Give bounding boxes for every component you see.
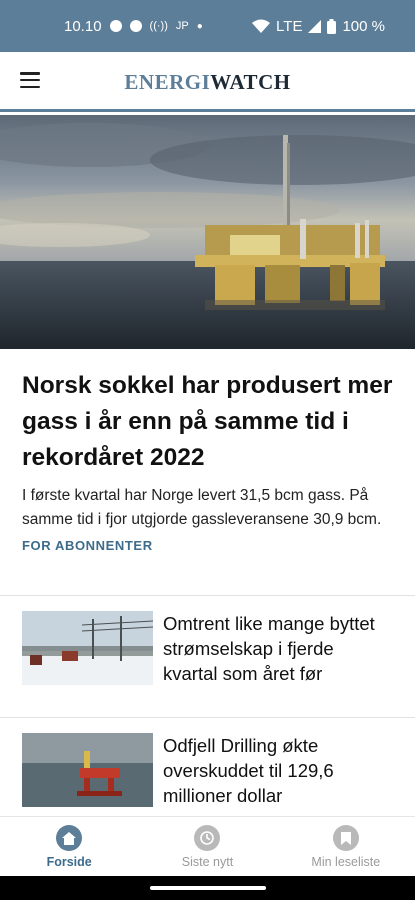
cell-signal-icon: [308, 19, 322, 33]
lead-article-image[interactable]: [0, 115, 415, 349]
battery-percent: 100 %: [342, 17, 385, 35]
subscriber-tag: FOR ABONNENTER: [22, 538, 153, 553]
nav-label: Forside: [46, 855, 92, 869]
home-icon: [56, 825, 83, 851]
nav-label: Min leseliste: [311, 855, 381, 869]
network-type: LTE: [276, 17, 303, 35]
story-title[interactable]: Odfjell Drilling økte overskuddet til 12…: [163, 733, 393, 808]
signal-notification-icon: ((·)): [149, 20, 168, 32]
bookmark-icon: [332, 825, 359, 851]
list-item[interactable]: Odfjell Drilling økte overskuddet til 12…: [22, 733, 394, 823]
nav-item-siste-nytt[interactable]: Siste nytt: [138, 817, 276, 876]
nav-item-min-leseliste[interactable]: Min leseliste: [277, 817, 415, 876]
logo-part-energi: ENERGI: [124, 70, 211, 94]
battery-icon: [327, 18, 337, 34]
status-left: 10.10 ((·)) JP ●: [64, 18, 203, 35]
logo-part-watch: WATCH: [210, 70, 291, 94]
offshore-platform-image: [0, 115, 415, 349]
clock-icon: [194, 825, 221, 851]
bottom-navigation: Forside Siste nytt Min leseliste: [0, 816, 415, 876]
divider: [0, 717, 415, 718]
nav-label: Siste nytt: [181, 855, 234, 869]
story-thumbnail-snow-power-lines: [22, 611, 153, 685]
home-gesture-handle[interactable]: [150, 886, 266, 890]
wifi-icon: [252, 19, 271, 33]
app-bar: ENERGIWATCH: [0, 52, 415, 112]
lead-article-summary: I første kvartal har Norge levert 31,5 b…: [22, 487, 382, 528]
energiwatch-logo[interactable]: ENERGIWATCH: [0, 70, 415, 95]
status-right: LTE 100 %: [252, 18, 385, 35]
nav-item-forside[interactable]: Forside: [0, 817, 138, 876]
app-notification-icon: [129, 20, 142, 32]
list-item[interactable]: Omtrent like mange byttet strømselskap i…: [22, 611, 394, 701]
more-dot-icon: ●: [196, 20, 203, 32]
story-title[interactable]: Omtrent like mange byttet strømselskap i…: [163, 611, 393, 686]
message-icon: [109, 20, 122, 32]
story-thumbnail-drilling-rig: [22, 733, 153, 807]
carrier-tag: JP: [175, 20, 189, 32]
clock-text: 10.10: [64, 17, 102, 35]
system-gesture-bar: [0, 876, 415, 900]
lead-article[interactable]: Norsk sokkel har produsert mer gass i år…: [22, 368, 394, 553]
lead-article-title[interactable]: Norsk sokkel har produsert mer gass i år…: [22, 368, 394, 476]
status-bar: 10.10 ((·)) JP ● LTE 100 %: [0, 0, 415, 52]
divider: [0, 595, 415, 596]
